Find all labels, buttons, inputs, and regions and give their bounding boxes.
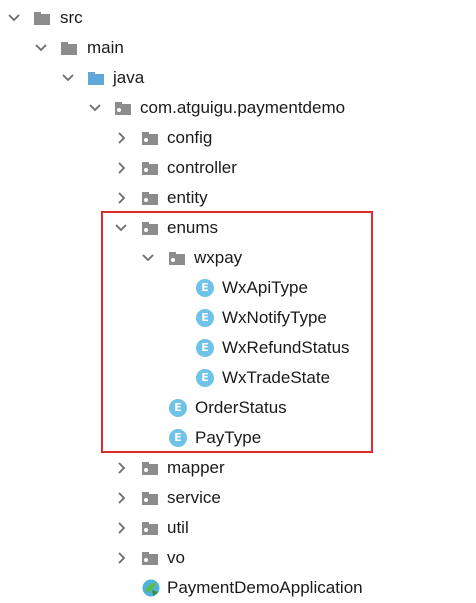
- chevron-right-icon[interactable]: [113, 190, 129, 206]
- tree-item-label: src: [60, 8, 83, 27]
- chevron-down-icon[interactable]: [6, 10, 22, 26]
- package-icon: [142, 492, 158, 505]
- package-icon: [142, 552, 158, 565]
- chevron-down-icon[interactable]: [140, 250, 156, 266]
- enum-icon: E: [196, 279, 214, 297]
- chevron-down-icon[interactable]: [87, 100, 103, 116]
- tree-item-paymentdemoapplication[interactable]: PaymentDemoApplication: [0, 573, 476, 603]
- tree-item-label: vo: [167, 548, 185, 567]
- project-tree: src main java com.atguigu.paymentdemo co…: [0, 0, 476, 602]
- folder-gray-icon: [61, 42, 77, 55]
- enum-icon: E: [169, 399, 187, 417]
- tree-item-label: java: [113, 68, 145, 87]
- tree-item-src[interactable]: src: [0, 3, 476, 33]
- tree-item-wxrefundstatus[interactable]: E WxRefundStatus: [0, 333, 476, 363]
- chevron-right-icon[interactable]: [113, 460, 129, 476]
- chevron-down-icon[interactable]: [33, 40, 49, 56]
- chevron-right-icon[interactable]: [113, 490, 129, 506]
- chevron-right-icon[interactable]: [113, 130, 129, 146]
- chevron-down-icon[interactable]: [60, 70, 76, 86]
- tree-item-orderstatus[interactable]: E OrderStatus: [0, 393, 476, 423]
- tree-item-label: com.atguigu.paymentdemo: [140, 98, 346, 117]
- package-icon: [142, 222, 158, 235]
- enum-icon: E: [169, 429, 187, 447]
- package-icon: [169, 252, 185, 265]
- chevron-down-icon[interactable]: [113, 220, 129, 236]
- tree-item-mapper[interactable]: mapper: [0, 453, 476, 483]
- tree-item-wxtradestate[interactable]: E WxTradeState: [0, 363, 476, 393]
- package-icon: [142, 132, 158, 145]
- tree-item-vo[interactable]: vo: [0, 543, 476, 573]
- chevron-right-icon[interactable]: [113, 160, 129, 176]
- tree-item-label: main: [87, 38, 124, 57]
- tree-item-label: WxRefundStatus: [222, 338, 350, 357]
- tree-item-label: WxTradeState: [222, 368, 331, 387]
- package-icon: [142, 192, 158, 205]
- tree-item-enums[interactable]: enums: [0, 213, 476, 243]
- tree-item-java[interactable]: java: [0, 63, 476, 93]
- package-icon: [142, 162, 158, 175]
- enum-icon: E: [196, 339, 214, 357]
- tree-item-label: enums: [167, 218, 219, 237]
- tree-item-label: config: [167, 128, 213, 147]
- tree-item-wxpay[interactable]: wxpay: [0, 243, 476, 273]
- package-icon: [142, 462, 158, 475]
- tree-item-util[interactable]: util: [0, 513, 476, 543]
- enum-icon: E: [196, 309, 214, 327]
- tree-item-main[interactable]: main: [0, 33, 476, 63]
- tree-item-label: service: [167, 488, 221, 507]
- enum-icon: E: [196, 369, 214, 387]
- package-icon: [142, 522, 158, 535]
- tree-item-label: OrderStatus: [195, 398, 287, 417]
- tree-item-label: controller: [167, 158, 237, 177]
- tree-item-controller[interactable]: controller: [0, 153, 476, 183]
- tree-item-label: util: [167, 518, 189, 537]
- tree-item-label: wxpay: [194, 248, 243, 267]
- tree-item-paytype[interactable]: E PayType: [0, 423, 476, 453]
- chevron-right-icon[interactable]: [113, 520, 129, 536]
- package-icon: [115, 102, 131, 115]
- tree-item-service[interactable]: service: [0, 483, 476, 513]
- tree-item-label: WxNotifyType: [222, 308, 327, 327]
- tree-item-label: PaymentDemoApplication: [167, 578, 363, 597]
- spring-app-icon: [142, 579, 160, 597]
- chevron-right-icon[interactable]: [113, 550, 129, 566]
- tree-item-label: WxApiType: [222, 278, 308, 297]
- tree-item-com-atguigu-paymentdemo[interactable]: com.atguigu.paymentdemo: [0, 93, 476, 123]
- tree-item-wxapitype[interactable]: E WxApiType: [0, 273, 476, 303]
- folder-gray-icon: [34, 12, 50, 25]
- tree-item-label: PayType: [195, 428, 262, 447]
- tree-item-entity[interactable]: entity: [0, 183, 476, 213]
- tree-item-wxnotifytype[interactable]: E WxNotifyType: [0, 303, 476, 333]
- tree-item-label: mapper: [167, 458, 225, 477]
- folder-blue-icon: [88, 72, 104, 85]
- tree-item-config[interactable]: config: [0, 123, 476, 153]
- tree-item-label: entity: [167, 188, 208, 207]
